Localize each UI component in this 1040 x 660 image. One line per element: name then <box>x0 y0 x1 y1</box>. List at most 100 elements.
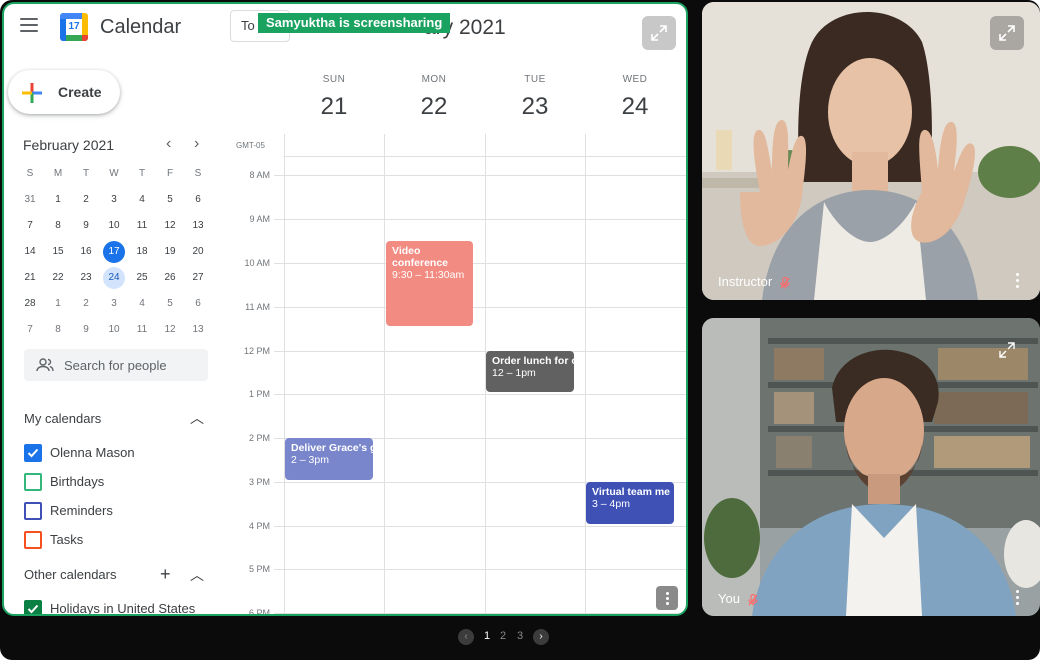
mini-day[interactable]: 31 <box>16 187 44 213</box>
add-calendar-button[interactable]: + <box>160 564 171 585</box>
participant-tile-you[interactable]: You <box>702 318 1040 616</box>
mini-day-today[interactable]: 17 <box>100 239 128 265</box>
chevron-up-icon[interactable]: ︿ <box>190 408 204 428</box>
checkbox[interactable] <box>24 502 42 520</box>
mini-day[interactable]: 25 <box>128 265 156 291</box>
mini-day[interactable]: 12 <box>156 213 184 239</box>
search-people-field[interactable]: Search for people <box>24 349 208 381</box>
mini-day[interactable]: 2 <box>72 187 100 213</box>
event-title: Order lunch for o <box>492 355 574 367</box>
mini-day[interactable]: 7 <box>16 317 44 343</box>
mini-day[interactable]: 28 <box>16 291 44 317</box>
main-menu-icon[interactable] <box>20 18 38 32</box>
pagination-next-button[interactable]: › <box>533 629 549 645</box>
event-video-conference[interactable]: Video conference 9:30 – 11:30am <box>386 241 473 326</box>
calendar-name: Tasks <box>50 532 84 547</box>
mini-day[interactable]: 4 <box>128 291 156 317</box>
time-label: 3 PM <box>248 477 270 487</box>
mini-day[interactable]: 20 <box>184 239 212 265</box>
mini-day[interactable]: 14 <box>16 239 44 265</box>
day-date: 21 <box>320 93 348 120</box>
participant-name-row: You <box>718 591 758 606</box>
day-date: 23 <box>521 93 549 120</box>
mini-day[interactable]: 2 <box>72 291 100 317</box>
mini-day[interactable]: 15 <box>44 239 72 265</box>
mini-day[interactable]: 19 <box>156 239 184 265</box>
mini-day[interactable]: 13 <box>184 213 212 239</box>
event-title: Video conference <box>392 245 449 269</box>
mini-day[interactable]: 9 <box>72 317 100 343</box>
mini-next-month-button[interactable]: › <box>194 135 199 153</box>
mini-day[interactable]: 8 <box>44 213 72 239</box>
mini-day[interactable]: 23 <box>72 265 100 291</box>
mini-day-selected[interactable]: 24 <box>100 265 128 291</box>
day-header-mon[interactable]: MON 22 <box>384 74 484 121</box>
mini-day[interactable]: 4 <box>128 187 156 213</box>
mini-day[interactable]: 27 <box>184 265 212 291</box>
mini-week-row: 14 15 16 17 18 19 20 <box>16 239 212 265</box>
mini-day[interactable]: 5 <box>156 187 184 213</box>
mini-day[interactable]: 21 <box>16 265 44 291</box>
participant-tile-instructor[interactable]: Instructor <box>702 2 1040 300</box>
shared-screen-tile: 17 Calendar To ary 2021 Samyuktha is scr… <box>2 2 688 616</box>
other-calendars-heading[interactable]: Other calendars <box>24 567 117 582</box>
self-video <box>702 318 1040 616</box>
mini-day[interactable]: 9 <box>72 213 100 239</box>
event-deliver-grace[interactable]: Deliver Grace's g 2 – 3pm <box>285 438 373 480</box>
checkbox[interactable] <box>24 531 42 549</box>
expand-icon[interactable] <box>998 341 1016 359</box>
mini-day[interactable]: 26 <box>156 265 184 291</box>
day-header-wed[interactable]: WED 24 <box>585 74 685 121</box>
day-name: MON <box>421 74 447 85</box>
mini-day[interactable]: 10 <box>100 213 128 239</box>
expand-tile-button[interactable] <box>990 16 1024 50</box>
day-name: WED <box>622 74 648 85</box>
mini-prev-month-button[interactable]: ‹ <box>166 135 171 153</box>
mini-day[interactable]: 3 <box>100 291 128 317</box>
mini-day[interactable]: 1 <box>44 187 72 213</box>
mini-day[interactable]: 3 <box>100 187 128 213</box>
grid-vline <box>585 134 586 614</box>
event-time: 9:30 – 11:30am <box>392 269 465 281</box>
mini-day[interactable]: 6 <box>184 291 212 317</box>
mini-day[interactable]: 11 <box>128 317 156 343</box>
create-button[interactable]: Create <box>8 70 120 114</box>
mini-day[interactable]: 13 <box>184 317 212 343</box>
mini-day[interactable]: 22 <box>44 265 72 291</box>
tile-more-options-button[interactable] <box>1014 273 1020 289</box>
mini-day[interactable]: 16 <box>72 239 100 265</box>
chevron-up-icon[interactable]: ︿ <box>190 565 204 585</box>
checkbox-checked[interactable] <box>24 444 42 462</box>
expand-shared-screen-button[interactable] <box>642 16 676 50</box>
mini-day[interactable]: 7 <box>16 213 44 239</box>
grid-hline <box>274 526 686 527</box>
mini-day[interactable]: 11 <box>128 213 156 239</box>
mini-day[interactable]: 1 <box>44 291 72 317</box>
tile-more-options-button[interactable] <box>656 586 678 610</box>
weekday-label: W <box>109 168 119 179</box>
checkbox-checked[interactable] <box>24 600 42 614</box>
page-number[interactable]: 2 <box>500 630 506 642</box>
mini-day[interactable]: 18 <box>128 239 156 265</box>
calendar-logo: 17 <box>60 13 88 41</box>
checkbox[interactable] <box>24 473 42 491</box>
my-calendars-heading[interactable]: My calendars <box>24 411 101 426</box>
event-order-lunch[interactable]: Order lunch for o 12 – 1pm <box>486 351 574 392</box>
mini-day[interactable]: 10 <box>100 317 128 343</box>
time-label: 4 PM <box>248 521 270 531</box>
day-header-sun[interactable]: SUN 21 <box>284 74 384 121</box>
mini-day[interactable]: 5 <box>156 291 184 317</box>
mini-day[interactable]: 8 <box>44 317 72 343</box>
mini-day[interactable]: 12 <box>156 317 184 343</box>
create-label: Create <box>58 84 102 100</box>
grid-vline <box>284 134 285 614</box>
instructor-video <box>702 2 1040 300</box>
calendar-name: Holidays in United States <box>50 601 196 616</box>
pagination-prev-button[interactable]: ‹ <box>458 629 474 645</box>
page-number-current[interactable]: 1 <box>484 630 490 642</box>
page-number[interactable]: 3 <box>517 630 523 642</box>
tile-more-options-button[interactable] <box>1014 590 1020 606</box>
mini-day[interactable]: 6 <box>184 187 212 213</box>
day-header-tue[interactable]: TUE 23 <box>485 74 585 121</box>
event-virtual-team[interactable]: Virtual team me 3 – 4pm <box>586 482 674 524</box>
